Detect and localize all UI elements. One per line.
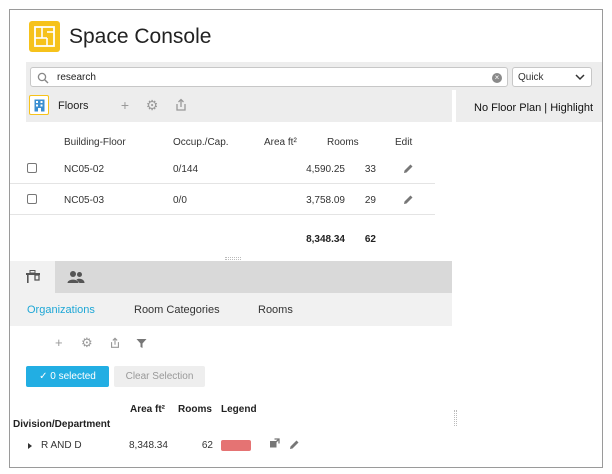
building-icon [29, 95, 49, 115]
checkmark-icon: ✓ [39, 371, 51, 382]
gear-icon[interactable]: ⚙ [81, 335, 93, 351]
legend-swatch [221, 440, 251, 451]
org-subtabs: Organizations Room Categories Rooms [10, 293, 452, 326]
search-icon [37, 72, 49, 84]
cell-floor: NC05-02 [64, 164, 105, 175]
edit-pencil-icon[interactable] [289, 439, 300, 450]
column-header-building-floor[interactable]: Building-Floor [64, 137, 126, 148]
search-mode-select[interactable]: Quick [512, 67, 592, 87]
selected-count-button[interactable]: ✓ 0 selected [26, 366, 109, 387]
search-value: research [57, 72, 96, 83]
export-icon[interactable] [109, 337, 121, 349]
desk-icon [26, 270, 40, 283]
row-checkbox[interactable] [27, 163, 37, 173]
search-input[interactable]: research × [30, 67, 508, 87]
column-header-occupancy[interactable]: Occup./Cap. [173, 137, 229, 148]
chevron-down-icon [575, 74, 585, 81]
filter-icon[interactable] [136, 338, 147, 349]
cell-area: 4,590.25 [306, 164, 345, 175]
tab-room-categories[interactable]: Room Categories [134, 304, 220, 316]
total-area: 8,348.34 [306, 234, 345, 245]
cell-division: R AND D [41, 440, 82, 451]
cell-occupancy: 0/144 [173, 164, 199, 175]
app-window: Space Console research × Quick Floors + … [9, 9, 603, 468]
cell-floor: NC05-03 [64, 195, 105, 206]
export-icon[interactable] [174, 98, 188, 112]
column-header-area[interactable]: Area ft² [264, 137, 297, 148]
search-bar: research × Quick [26, 62, 602, 90]
row-checkbox[interactable] [27, 194, 37, 204]
floor-plan-panel-header: No Floor Plan | Highlight [456, 90, 602, 122]
app-header: Space Console [10, 10, 602, 62]
cell-rooms: 29 [364, 195, 376, 206]
selected-count-label: 0 selected [50, 371, 96, 382]
column-header-division: Division/Department [13, 419, 111, 430]
cell-area: 3,758.09 [306, 195, 345, 206]
add-icon[interactable]: + [55, 335, 63, 350]
column-header-rooms[interactable]: Rooms [327, 137, 359, 148]
lower-panel-tabs [10, 261, 452, 293]
cell-rooms: 33 [364, 164, 376, 175]
cell-occupancy: 0/0 [173, 195, 187, 206]
people-icon[interactable] [67, 270, 85, 284]
gear-icon[interactable]: ⚙ [145, 98, 159, 112]
clear-selection-button[interactable]: Clear Selection [114, 366, 205, 387]
column-header-edit: Edit [395, 137, 413, 148]
column-header-rooms: Rooms [178, 404, 212, 415]
table-row[interactable]: NC05-03 0/0 3,758.09 29 [10, 184, 435, 215]
floors-toolbar: Floors + ⚙ [26, 90, 452, 122]
expand-caret-icon[interactable] [27, 442, 33, 450]
floor-plan-status: No Floor Plan | Highlight [474, 102, 594, 114]
total-rooms: 62 [364, 234, 376, 245]
tab-organizations[interactable]: Organizations [27, 304, 95, 316]
tab-space[interactable] [10, 261, 55, 293]
column-header-legend: Legend [221, 404, 257, 415]
floors-title: Floors [58, 100, 89, 112]
floorplan-logo-icon [29, 21, 60, 52]
cell-area: 8,348.34 [129, 440, 168, 451]
add-icon[interactable]: + [118, 98, 132, 112]
edit-pencil-icon[interactable] [403, 163, 414, 174]
tab-rooms[interactable]: Rooms [258, 304, 293, 316]
vertical-resize-handle[interactable] [454, 410, 457, 426]
open-external-icon[interactable] [269, 438, 280, 449]
column-header-area: Area ft² [130, 404, 166, 415]
horizontal-resize-handle[interactable] [225, 257, 241, 260]
clear-search-icon[interactable]: × [492, 73, 502, 83]
cell-rooms: 62 [201, 440, 213, 451]
app-title: Space Console [69, 25, 212, 48]
table-row[interactable]: NC05-02 0/144 4,590.25 33 [10, 153, 435, 184]
edit-pencil-icon[interactable] [403, 194, 414, 205]
search-mode-value: Quick [518, 72, 544, 83]
